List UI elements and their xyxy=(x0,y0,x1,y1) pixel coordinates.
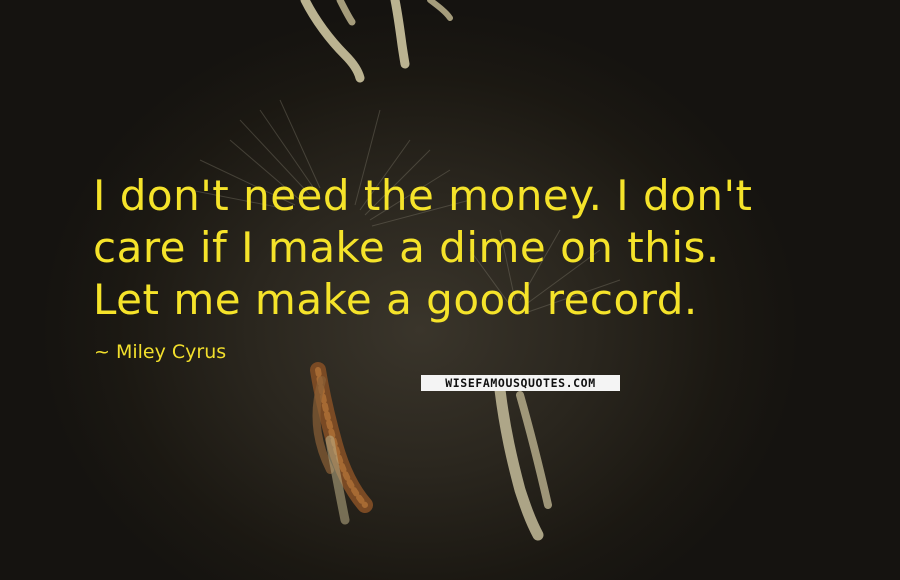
pale-seeds xyxy=(325,384,552,541)
site-watermark: WISEFAMOUSQUOTES.COM xyxy=(421,375,620,391)
top-seeds xyxy=(300,0,453,83)
quote-image: I don't need the money. I don't care if … xyxy=(0,0,900,580)
quote-text: I don't need the money. I don't care if … xyxy=(93,170,853,326)
quote-line: care if I make a dime on this. xyxy=(93,223,720,272)
quote-author: ~ Miley Cyrus xyxy=(94,341,227,363)
quote-line: I don't need the money. I don't xyxy=(93,171,753,220)
quote-line: Let me make a good record. xyxy=(93,275,698,324)
